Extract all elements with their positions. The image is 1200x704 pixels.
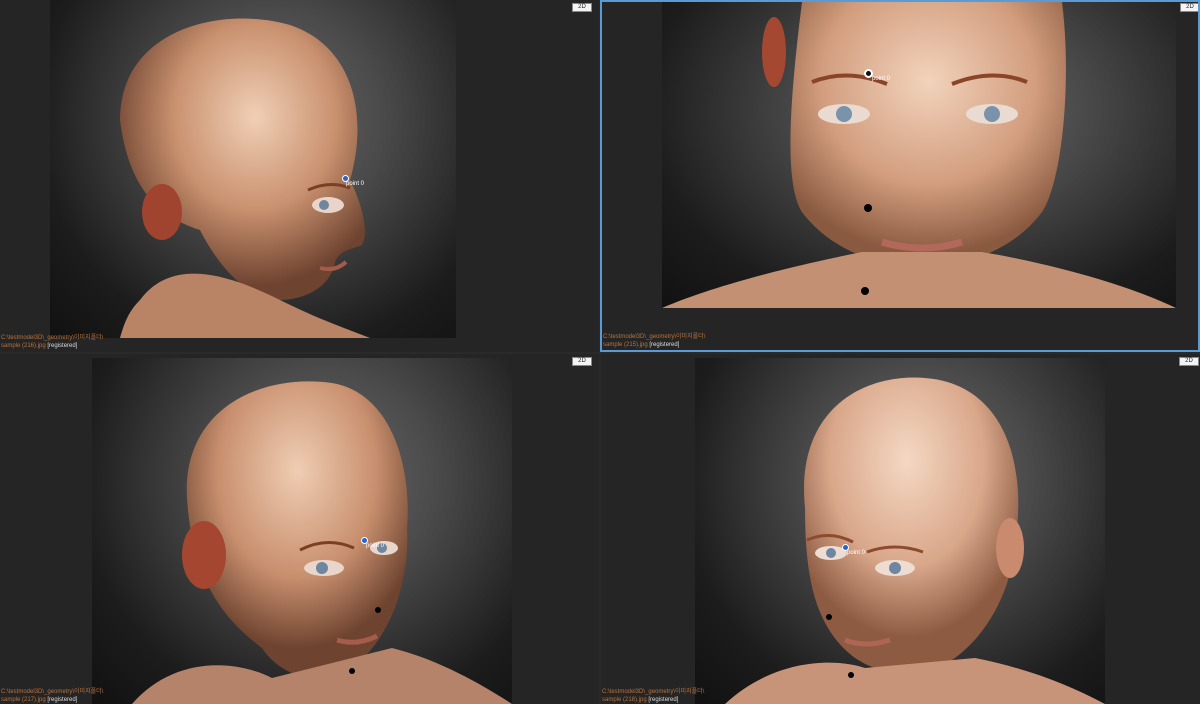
render-area[interactable] bbox=[50, 0, 456, 338]
image-path: C:\testmodel3D\_geometry\이미지폴더\ bbox=[1, 689, 104, 695]
image-path: C:\testmodel3D\_geometry\이미지폴더\ bbox=[603, 334, 706, 340]
registration-status: [registered] bbox=[47, 697, 78, 703]
landmark-chin[interactable] bbox=[848, 672, 854, 678]
landmark-label: point 0 bbox=[847, 550, 866, 556]
landmark-chin[interactable] bbox=[861, 287, 869, 295]
view-mode-badge[interactable]: 2D bbox=[572, 357, 592, 366]
registration-status: [registered] bbox=[649, 342, 680, 348]
view-mode-badge[interactable]: 2D bbox=[572, 3, 592, 12]
render-area[interactable] bbox=[695, 358, 1105, 704]
head-render-image bbox=[725, 377, 1105, 704]
image-path: C:\testmodel3D\_geometry\이미지폴더\ bbox=[602, 689, 705, 695]
image-filename: sample (217).jpg bbox=[1, 697, 46, 703]
landmark-label: point 0 bbox=[366, 543, 385, 549]
registration-status: [registered] bbox=[648, 697, 679, 703]
landmark-nose-tip[interactable] bbox=[864, 204, 872, 212]
landmark-nose-tip[interactable] bbox=[826, 614, 832, 620]
image-filename: sample (216).jpg bbox=[1, 343, 46, 349]
render-area[interactable] bbox=[662, 2, 1176, 308]
landmark-label: point 0 bbox=[872, 76, 891, 82]
image-info-footer: C:\testmodel3D\_geometry\이미지폴더\ sample (… bbox=[602, 688, 704, 704]
head-render-image bbox=[132, 381, 512, 704]
landmark-nose-tip[interactable] bbox=[375, 607, 381, 613]
image-filename: sample (215).jpg bbox=[603, 342, 648, 348]
image-info-footer: C:\testmodel3D\_geometry\이미지폴더\ sample (… bbox=[1, 334, 103, 350]
registration-status: [registered] bbox=[47, 343, 78, 349]
viewport-top-left[interactable]: point 0 2D C:\testmodel3D\_geometry\이미지폴… bbox=[0, 0, 599, 352]
viewport-bottom-right[interactable]: point 0 2D C:\testmodel3D\_geometry\이미지폴… bbox=[601, 354, 1200, 704]
head-render-image bbox=[662, 2, 1176, 308]
image-filename: sample (218).jpg bbox=[602, 697, 647, 703]
image-info-footer: C:\testmodel3D\_geometry\이미지폴더\ sample (… bbox=[1, 688, 103, 704]
head-render-image bbox=[120, 18, 370, 338]
view-mode-badge[interactable]: 2D bbox=[1179, 357, 1199, 366]
image-path: C:\testmodel3D\_geometry\이미지폴더\ bbox=[1, 335, 104, 341]
render-area[interactable] bbox=[92, 358, 512, 704]
view-mode-badge[interactable]: 2D bbox=[1180, 3, 1198, 12]
landmark-chin[interactable] bbox=[349, 668, 355, 674]
viewport-bottom-left[interactable]: point 0 2D C:\testmodel3D\_geometry\이미지폴… bbox=[0, 354, 599, 704]
landmark-label: point 0 bbox=[346, 181, 365, 187]
viewport-top-right[interactable]: point 0 2D C:\testmodel3D\_geometry\이미지폴… bbox=[600, 0, 1200, 352]
image-info-footer: C:\testmodel3D\_geometry\이미지폴더\ sample (… bbox=[603, 333, 705, 349]
